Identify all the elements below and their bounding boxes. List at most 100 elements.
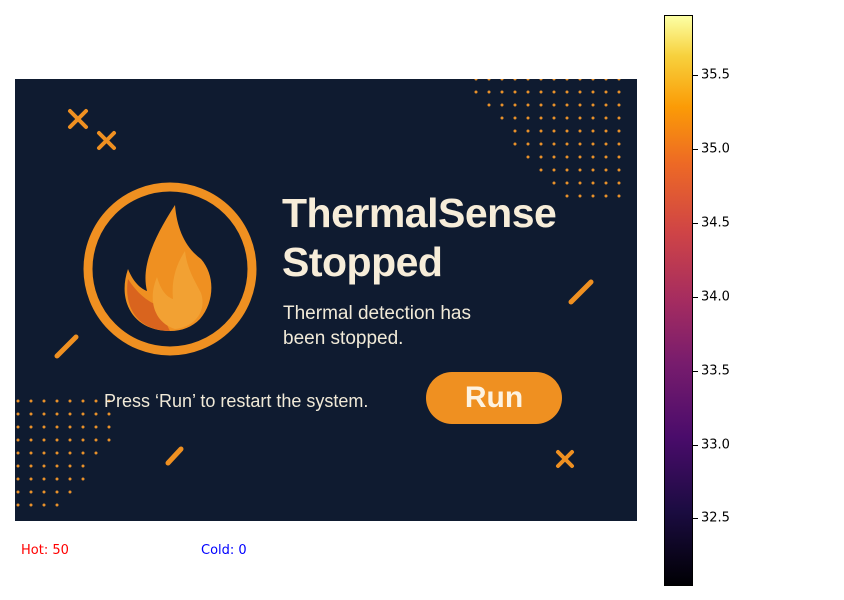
decor-dot xyxy=(604,155,608,159)
decor-dot xyxy=(617,129,621,133)
run-button[interactable]: Run xyxy=(426,372,562,424)
decor-dot xyxy=(42,399,46,403)
decor-dot xyxy=(29,464,33,468)
decor-dot xyxy=(513,79,517,81)
decor-dot xyxy=(68,451,72,455)
decor-dot xyxy=(591,194,595,198)
decor-dot xyxy=(617,79,621,81)
decor-dot xyxy=(552,129,556,133)
decor-dot xyxy=(539,142,543,146)
colorbar-tick xyxy=(693,222,698,224)
decor-dot xyxy=(539,90,543,94)
decor-dot xyxy=(474,79,478,81)
decor-dot xyxy=(539,79,543,81)
decor-dot xyxy=(617,168,621,172)
decor-dot xyxy=(565,90,569,94)
decor-dot xyxy=(42,490,46,494)
decor-dot xyxy=(94,412,98,416)
decor-dot xyxy=(16,451,20,455)
colorbar-tick xyxy=(693,296,698,298)
colorbar-tick-label: 34.5 xyxy=(701,215,730,231)
decor-dot xyxy=(578,168,582,172)
decor-dot xyxy=(500,103,504,107)
decor-dot xyxy=(16,477,20,481)
decor-dot xyxy=(29,490,33,494)
decor-dot xyxy=(604,103,608,107)
decor-dot xyxy=(617,155,621,159)
decor-dot xyxy=(500,116,504,120)
decor-dot xyxy=(552,181,556,185)
decor-dot xyxy=(539,103,543,107)
decor-dot xyxy=(565,168,569,172)
decor-dot xyxy=(513,129,517,133)
decor-dot xyxy=(578,194,582,198)
dialog-title: ThermalSense Stopped xyxy=(282,189,557,287)
decor-dot xyxy=(526,155,530,159)
decor-dot xyxy=(474,90,478,94)
decor-dot xyxy=(16,438,20,442)
decor-dot xyxy=(42,425,46,429)
decor-dot xyxy=(68,399,72,403)
colorbar: 32.5 33.0 33.5 34.0 34.5 35.0 35.5 xyxy=(664,15,730,586)
decor-dot xyxy=(617,194,621,198)
decor-dot xyxy=(29,425,33,429)
decor-dot xyxy=(552,168,556,172)
decor-dot xyxy=(81,399,85,403)
decor-dot xyxy=(526,90,530,94)
decor-layer xyxy=(16,79,621,507)
decor-dot xyxy=(81,451,85,455)
decor-dot xyxy=(107,412,111,416)
decor-dot xyxy=(539,155,543,159)
decor-dot xyxy=(42,464,46,468)
decor-dot xyxy=(591,168,595,172)
x-mark-icon xyxy=(556,450,574,468)
decor-dot xyxy=(55,438,59,442)
colorbar-tick xyxy=(693,518,698,520)
decor-dot xyxy=(591,142,595,146)
decor-dot xyxy=(29,438,33,442)
decor-dot xyxy=(578,142,582,146)
colorbar-tick-label: 32.5 xyxy=(701,510,730,526)
colorbar-tick xyxy=(693,149,698,150)
decor-dot xyxy=(565,194,569,198)
decor-dot xyxy=(578,181,582,185)
decor-dot xyxy=(81,477,85,481)
decor-dot xyxy=(81,464,85,468)
decor-dot xyxy=(604,142,608,146)
decor-dot xyxy=(578,79,582,81)
decor-dot xyxy=(552,79,556,81)
title-line-2: Stopped xyxy=(282,239,443,285)
decor-dot xyxy=(68,412,72,416)
decor-dot xyxy=(565,103,569,107)
decor-dot xyxy=(81,412,85,416)
colorbar-tick-label: 34.0 xyxy=(701,289,730,305)
decor-dot xyxy=(55,399,59,403)
decor-dot xyxy=(29,399,33,403)
colorbar-tick xyxy=(693,370,698,372)
decor-dot xyxy=(68,477,72,481)
decor-dot xyxy=(487,103,491,107)
decor-dot xyxy=(55,451,59,455)
decor-dot xyxy=(578,155,582,159)
decor-dot xyxy=(565,181,569,185)
decor-dot xyxy=(565,142,569,146)
decor-dot xyxy=(16,425,20,429)
decor-dot xyxy=(55,412,59,416)
decor-dot xyxy=(578,129,582,133)
decor-dot xyxy=(591,79,595,81)
decor-dot xyxy=(617,103,621,107)
decor-dot xyxy=(513,116,517,120)
decor-dot xyxy=(513,142,517,146)
title-line-1: ThermalSense xyxy=(282,190,557,236)
decor-dot xyxy=(68,425,72,429)
decor-dot xyxy=(55,503,59,507)
decor-dot xyxy=(565,116,569,120)
dot-pattern-top-right xyxy=(474,79,621,198)
decor-dot xyxy=(55,464,59,468)
decor-dot xyxy=(591,103,595,107)
decor-dot xyxy=(565,129,569,133)
decor-dot xyxy=(16,490,20,494)
decor-dot xyxy=(500,90,504,94)
decor-dot xyxy=(526,79,530,81)
decor-dot xyxy=(591,129,595,133)
